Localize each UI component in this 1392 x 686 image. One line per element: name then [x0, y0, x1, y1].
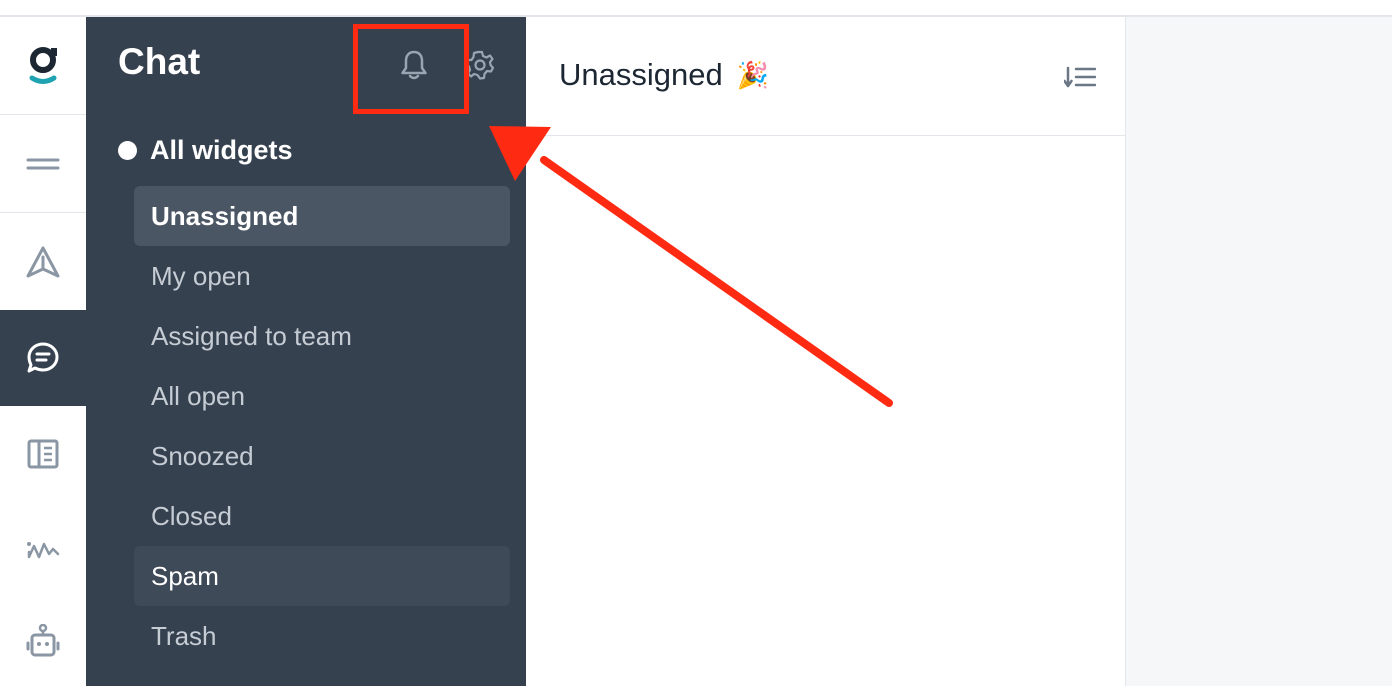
bot-icon[interactable]: [0, 598, 86, 686]
knowledge-base-icon[interactable]: [0, 406, 86, 502]
widget-status-dot: [118, 141, 137, 160]
filter-spam[interactable]: Spam: [134, 546, 510, 606]
top-border: [0, 0, 1392, 17]
analytics-icon[interactable]: [0, 502, 86, 598]
filter-snoozed[interactable]: Snoozed: [134, 426, 510, 486]
conversation-filters: Unassigned My open Assigned to team All …: [134, 186, 510, 666]
filter-unassigned[interactable]: Unassigned: [134, 186, 510, 246]
filter-trash[interactable]: Trash: [134, 606, 510, 666]
filter-my-open[interactable]: My open: [134, 246, 510, 306]
gear-icon: [465, 50, 495, 80]
sort-icon: [1064, 66, 1096, 88]
party-popper-icon: 🎉: [736, 59, 770, 90]
all-widgets-label: All widgets: [150, 135, 293, 165]
conversation-list-header: Unassigned 🎉: [526, 17, 1125, 136]
logo-icon[interactable]: [0, 17, 86, 115]
annotation-highlight-box: [353, 24, 469, 114]
details-panel: [1125, 17, 1392, 686]
chat-sidebar: Chat All widgets Unassigned My open Assi…: [86, 17, 526, 686]
sort-button[interactable]: [1060, 61, 1100, 93]
send-icon[interactable]: [0, 213, 86, 310]
chat-icon[interactable]: [0, 310, 86, 406]
filter-assigned-to-team[interactable]: Assigned to team: [134, 306, 510, 366]
all-widgets-selector[interactable]: All widgets: [118, 135, 293, 166]
menu-icon[interactable]: [0, 115, 86, 213]
page-title-text: Unassigned: [559, 57, 723, 92]
filter-closed[interactable]: Closed: [134, 486, 510, 546]
sidebar-title: Chat: [118, 41, 201, 82]
filter-all-open[interactable]: All open: [134, 366, 510, 426]
icon-rail: [0, 17, 86, 686]
page-title: Unassigned 🎉: [559, 57, 769, 93]
